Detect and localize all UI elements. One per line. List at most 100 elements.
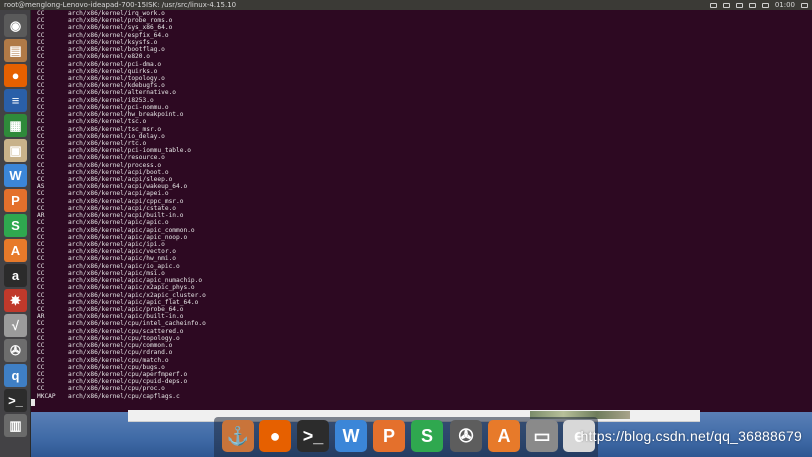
build-target: arch/x86/kernel/apic/hw_nmi.o xyxy=(68,255,177,263)
bluetooth-icon[interactable] xyxy=(735,2,743,8)
build-target: arch/x86/kernel/tsc_msr.o xyxy=(68,125,162,133)
amazon-icon[interactable]: a xyxy=(4,264,27,287)
terminal-line: CC arch/x86/kernel/acpi/apei.o xyxy=(37,190,206,197)
terminal-window[interactable]: CC arch/x86/kernel/irq_work.o CC arch/x86/k… xyxy=(31,10,812,412)
dock-firefox-icon[interactable]: ● xyxy=(259,420,291,452)
dock-wps-writer-icon[interactable]: W xyxy=(335,420,367,452)
terminal-line: CC arch/x86/kernel/io_delay.o xyxy=(37,133,206,140)
build-target: arch/x86/kernel/bootflag.o xyxy=(68,46,165,54)
window-title: root@menglong-Lenovo-ideapad-700-15ISK: … xyxy=(4,1,237,9)
dock-wps-presentation-icon[interactable]: P xyxy=(373,420,405,452)
wps-presentation-icon[interactable]: P xyxy=(4,189,27,212)
build-action: CC xyxy=(37,89,45,97)
terminal-line: CC arch/x86/kernel/tsc_msr.o xyxy=(37,126,206,133)
terminal-line: CC arch/x86/kernel/apic/x2apic_cluster.o xyxy=(37,292,206,299)
build-target: arch/x86/kernel/acpi/cstate.o xyxy=(68,204,177,212)
dock-software-center-icon[interactable]: A xyxy=(488,420,520,452)
calc-icon[interactable]: ▦ xyxy=(4,114,27,137)
power-icon[interactable] xyxy=(801,2,808,8)
build-target: arch/x86/kernel/cpu/scattered.o xyxy=(68,327,184,335)
archive-icon[interactable]: ▣ xyxy=(4,139,27,162)
dock-drive-icon[interactable]: ▭ xyxy=(526,420,558,452)
ubuntu-home-icon[interactable]: ◉ xyxy=(4,14,27,37)
terminal-line: CC arch/x86/kernel/cpu/match.o xyxy=(37,357,206,364)
build-target: arch/x86/kernel/apic/vector.o xyxy=(68,248,177,256)
build-target: arch/x86/kernel/pci-dma.o xyxy=(68,60,162,68)
qbittorrent-icon[interactable]: q xyxy=(4,364,27,387)
video-icon[interactable]: ✇ xyxy=(4,339,27,362)
build-target: arch/x86/kernel/irq_work.o xyxy=(68,10,165,17)
build-target: arch/x86/kernel/probe_roms.o xyxy=(68,17,173,25)
terminal-line: CC arch/x86/kernel/pci-nommu.o xyxy=(37,104,206,111)
formula-icon[interactable]: √ xyxy=(4,314,27,337)
build-action: CC xyxy=(37,82,45,90)
build-target: arch/x86/kernel/acpi/wakeup_64.o xyxy=(68,183,188,191)
terminal-line: CC arch/x86/kernel/apic/apic_noop.o xyxy=(37,234,206,241)
terminal-line: CC arch/x86/kernel/irq_work.o xyxy=(37,10,206,17)
build-action: CC xyxy=(37,370,45,378)
files-icon[interactable]: ▤ xyxy=(4,39,27,62)
build-target: arch/x86/kernel/cpu/cpuid-deps.o xyxy=(68,378,188,386)
build-action: CC xyxy=(37,255,45,263)
dock-terminal-icon[interactable]: >_ xyxy=(297,420,329,452)
build-action: CC xyxy=(37,125,45,133)
build-target: arch/x86/kernel/cpu/match.o xyxy=(68,356,169,364)
terminal-line: CC arch/x86/kernel/apic/apic_flat_64.o xyxy=(37,299,206,306)
build-target: arch/x86/kernel/apic/msi.o xyxy=(68,269,165,277)
build-action: CC xyxy=(37,363,45,371)
build-action: CC xyxy=(37,269,45,277)
dock-anchor-icon[interactable]: ⚓ xyxy=(222,420,254,452)
terminal-line: CC arch/x86/kernel/topology.o xyxy=(37,75,206,82)
build-target: arch/x86/kernel/cpu/common.o xyxy=(68,342,173,350)
build-target: arch/x86/kernel/apic/apic_noop.o xyxy=(68,233,188,241)
build-target: arch/x86/kernel/quirks.o xyxy=(68,67,158,75)
watermark-text: https://blog.csdn.net/qq_36888679 xyxy=(580,428,802,444)
build-target: arch/x86/kernel/apic/probe_64.o xyxy=(68,305,184,313)
build-action: CC xyxy=(37,385,45,393)
terminal-icon[interactable]: >_ xyxy=(4,389,27,412)
build-target: arch/x86/kernel/process.o xyxy=(68,161,162,169)
terminal-line: CC arch/x86/kernel/cpu/bugs.o xyxy=(37,364,206,371)
build-target: arch/x86/kernel/acpi/apei.o xyxy=(68,190,169,198)
terminal-line: CC arch/x86/kernel/pci-iommu_table.o xyxy=(37,147,206,154)
keyboard-icon[interactable] xyxy=(709,2,717,8)
terminal-line: CC arch/x86/kernel/cpu/topology.o xyxy=(37,335,206,342)
trash-icon[interactable]: ▥ xyxy=(4,414,27,437)
firefox-icon[interactable]: ● xyxy=(4,64,27,87)
build-target: arch/x86/kernel/cpu/topology.o xyxy=(68,334,180,342)
terminal-line: CC arch/x86/kernel/cpu/intel_cacheinfo.o xyxy=(37,320,206,327)
build-action: CC xyxy=(37,24,45,32)
terminal-line: AR arch/x86/kernel/apic/built-in.o xyxy=(37,313,206,320)
build-target: arch/x86/kernel/cpu/capflags.c xyxy=(68,392,180,400)
build-target: arch/x86/kernel/cpu/proc.o xyxy=(68,385,165,393)
terminal-line: CC arch/x86/kernel/probe_roms.o xyxy=(37,17,206,24)
build-action: CC xyxy=(37,139,45,147)
clock[interactable]: 01:00 xyxy=(775,0,795,10)
terminal-line: CC arch/x86/kernel/acpi/boot.o xyxy=(37,169,206,176)
wifi-icon[interactable] xyxy=(722,2,730,8)
writer-icon[interactable]: ≡ xyxy=(4,89,27,112)
settings-icon[interactable]: ✸ xyxy=(4,289,27,312)
terminal-line: CC arch/x86/kernel/cpu/proc.o xyxy=(37,385,206,392)
battery-icon[interactable] xyxy=(748,2,756,8)
build-action: CC xyxy=(37,132,45,140)
wps-spreadsheet-icon[interactable]: S xyxy=(4,214,27,237)
build-action: CC xyxy=(37,96,45,104)
dock-video-icon[interactable]: ✇ xyxy=(450,420,482,452)
build-action: CC xyxy=(37,226,45,234)
volume-icon[interactable] xyxy=(761,2,769,8)
terminal-line: CC arch/x86/kernel/apic/msi.o xyxy=(37,270,206,277)
build-action: CC xyxy=(37,305,45,313)
build-target: arch/x86/kernel/cpu/intel_cacheinfo.o xyxy=(68,320,206,328)
build-target: arch/x86/kernel/hw_breakpoint.o xyxy=(68,111,184,119)
build-target: arch/x86/kernel/e820.o xyxy=(68,53,150,61)
dock-wps-spreadsheet-icon[interactable]: S xyxy=(411,420,443,452)
wps-writer-icon[interactable]: W xyxy=(4,164,27,187)
build-target: arch/x86/kernel/acpi/boot.o xyxy=(68,168,169,176)
build-target: arch/x86/kernel/cpu/bugs.o xyxy=(68,363,165,371)
build-target: arch/x86/kernel/alternative.o xyxy=(68,89,177,97)
software-center-icon[interactable]: A xyxy=(4,239,27,262)
build-target: arch/x86/kernel/io_delay.o xyxy=(68,132,165,140)
build-action: CC xyxy=(37,277,45,285)
build-target: arch/x86/kernel/apic/apic_numachip.o xyxy=(68,277,203,285)
